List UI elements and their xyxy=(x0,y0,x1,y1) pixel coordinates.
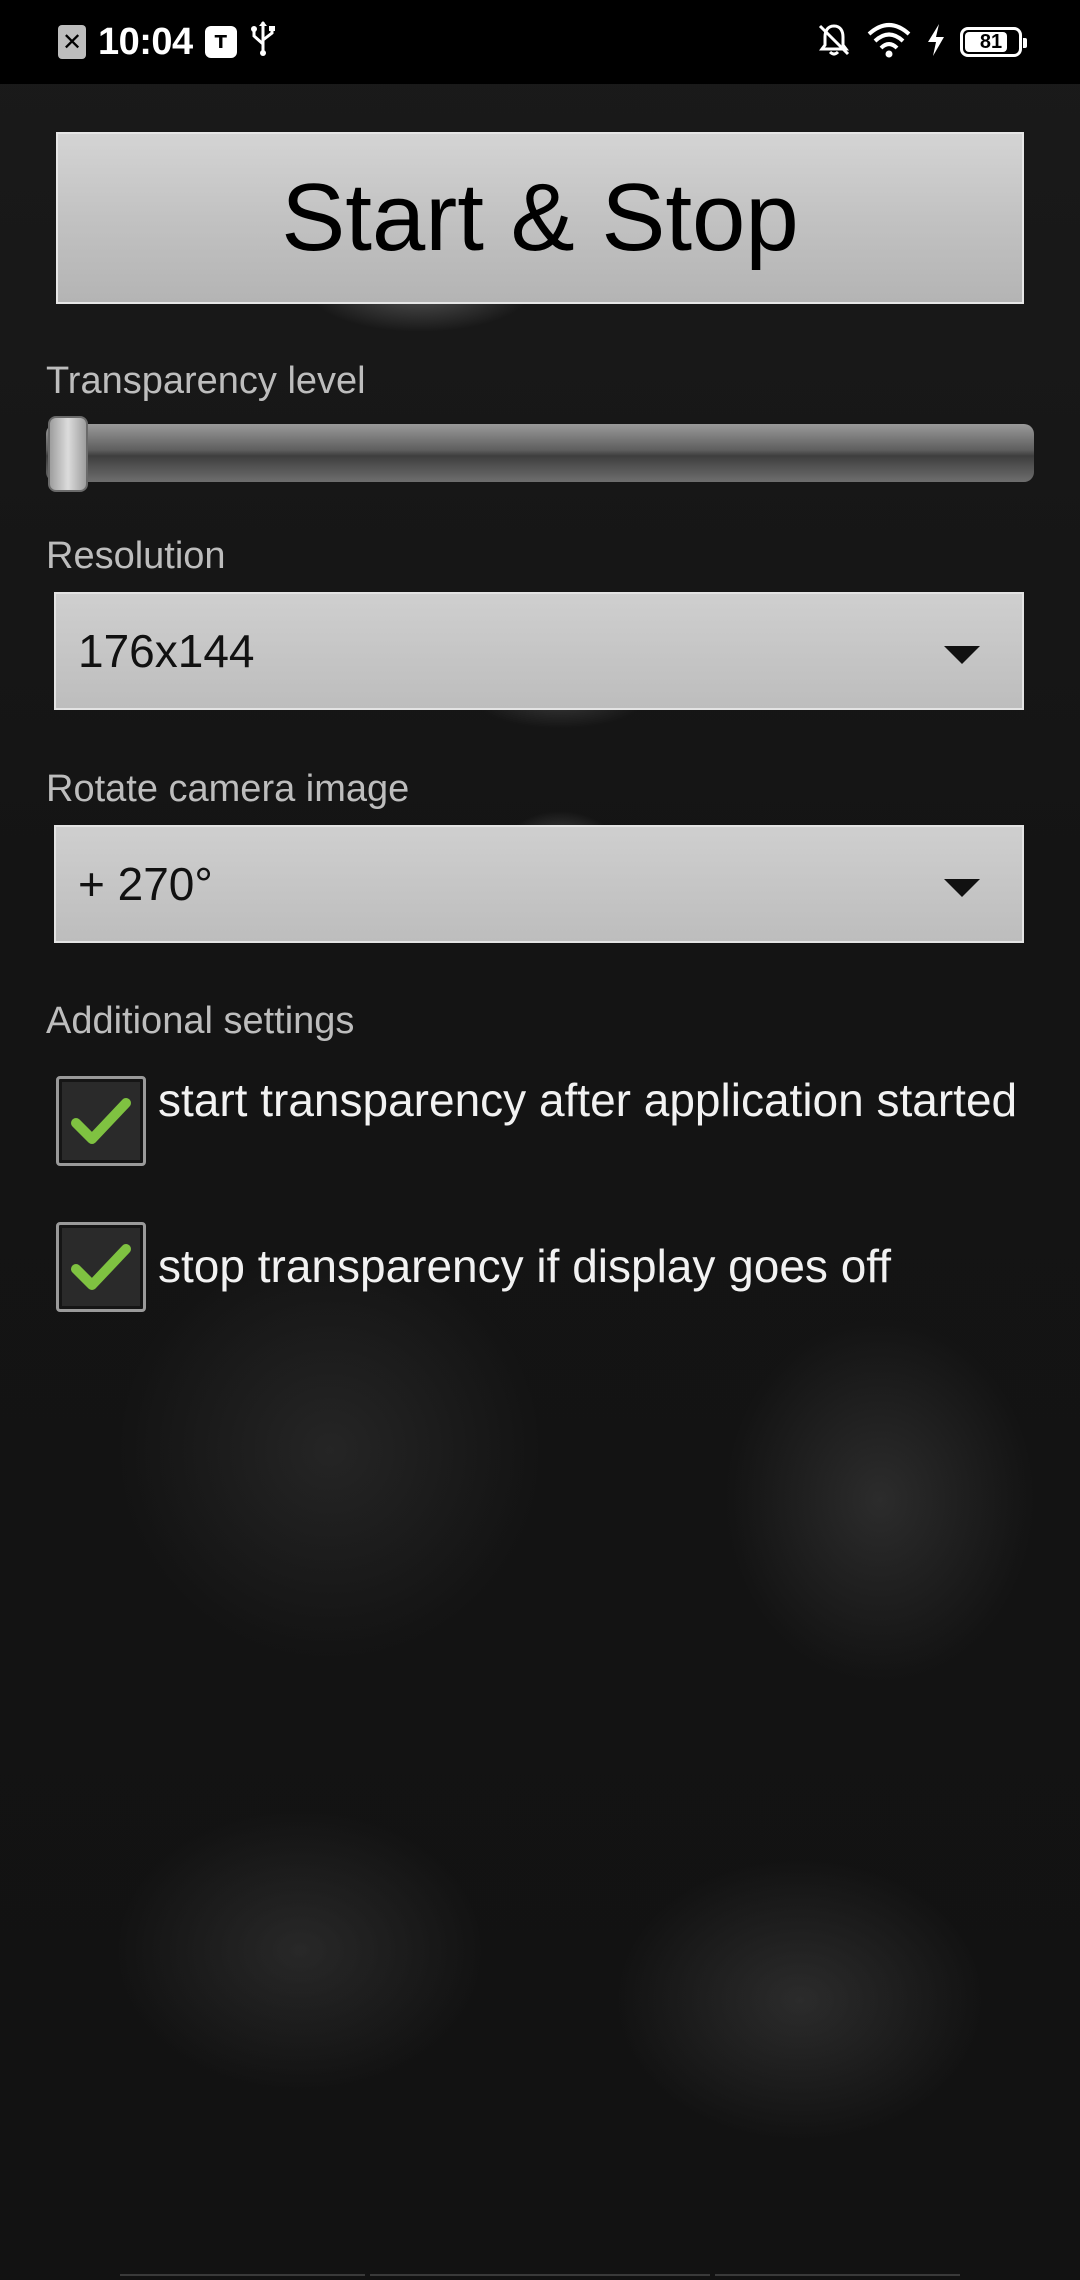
resolution-selected-value: 176x144 xyxy=(78,625,255,677)
rotate-dropdown[interactable]: + 270° xyxy=(54,825,1024,943)
rotate-label: Rotate camera image xyxy=(46,768,410,810)
start-stop-button[interactable]: Start & Stop xyxy=(56,132,1024,304)
teams-icon: T xyxy=(204,26,237,58)
additional-settings-label: Additional settings xyxy=(46,1000,355,1042)
status-bar-right: 81 xyxy=(816,16,1027,68)
transparency-slider-thumb[interactable] xyxy=(48,416,88,492)
transparency-label: Transparency level xyxy=(46,360,366,402)
rotate-selected-value: + 270° xyxy=(78,858,213,910)
checkbox-stop-transparency[interactable] xyxy=(56,1222,146,1312)
close-notification-icon: ✕ xyxy=(58,25,86,59)
resolution-label: Resolution xyxy=(46,535,226,577)
checkbox-start-transparency[interactable] xyxy=(56,1076,146,1166)
clock: 10:04 xyxy=(98,20,193,63)
battery-icon: 81 xyxy=(960,27,1027,57)
option-stop-transparency-label: stop transparency if display goes off xyxy=(158,1240,892,1292)
nav-bar-segment xyxy=(370,2274,710,2280)
wifi-icon xyxy=(866,22,912,62)
nav-bar-segment xyxy=(120,2274,365,2280)
checkmark-icon xyxy=(71,1244,131,1290)
option-stop-transparency[interactable]: stop transparency if display goes off xyxy=(56,1222,1018,1312)
dropdown-arrow-icon xyxy=(944,879,980,897)
battery-level: 81 xyxy=(979,30,1003,53)
charging-bolt-icon xyxy=(926,23,946,61)
resolution-dropdown[interactable]: 176x144 xyxy=(54,592,1024,710)
option-start-transparency-label: start transparency after application sta… xyxy=(158,1074,1018,1126)
checkmark-icon xyxy=(71,1098,131,1144)
mute-bell-icon xyxy=(816,22,852,62)
dropdown-arrow-icon xyxy=(944,646,980,664)
usb-icon xyxy=(249,20,277,64)
status-bar: ✕ 10:04 T 81 xyxy=(0,0,1080,84)
option-start-transparency[interactable]: start transparency after application sta… xyxy=(56,1074,1018,1166)
status-bar-left: ✕ 10:04 T xyxy=(58,16,277,68)
transparency-slider[interactable] xyxy=(46,424,1034,482)
nav-bar-segment xyxy=(715,2274,960,2280)
